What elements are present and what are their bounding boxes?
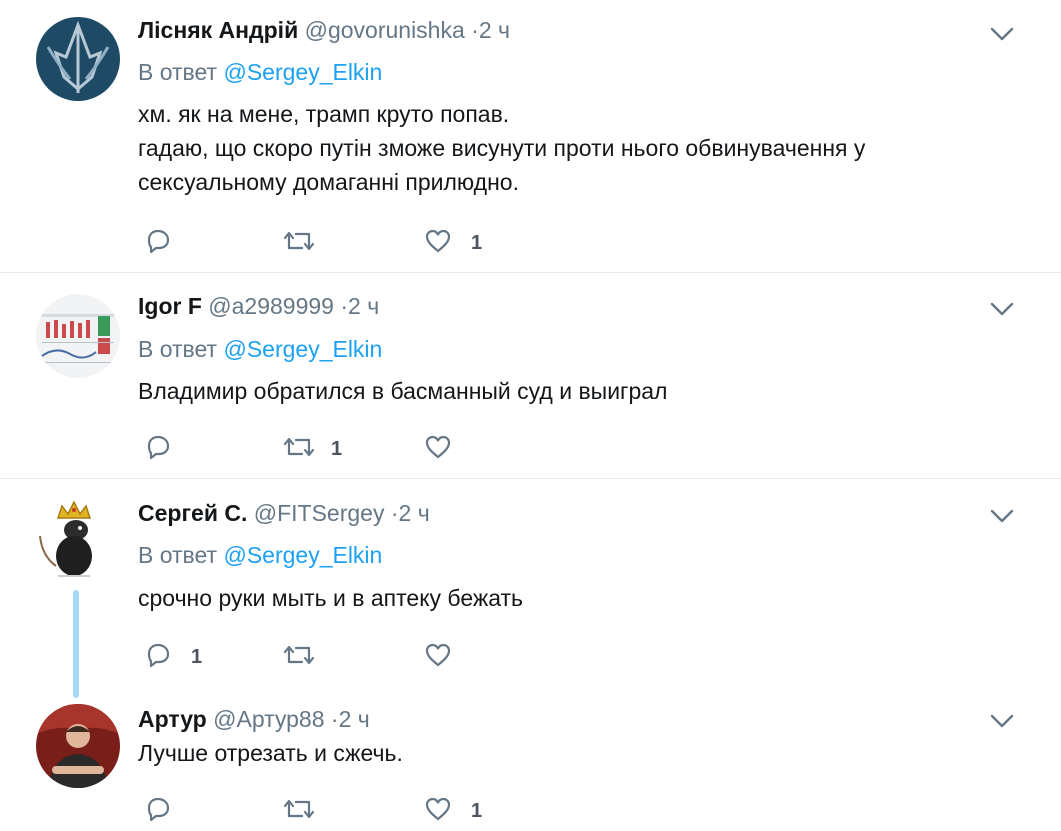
author-handle[interactable]: @a2989999 bbox=[208, 293, 334, 319]
author-handle[interactable]: @Артур88 bbox=[213, 706, 324, 732]
tweet-time[interactable]: ·2 ч bbox=[391, 500, 430, 526]
tweet-text-line: Владимир обратился в басманный суд и выи… bbox=[138, 378, 668, 404]
tweet-3[interactable]: Сергей С. @FITSergey ·2 ч В ответ @Serge… bbox=[0, 479, 1061, 699]
chevron-down-icon[interactable] bbox=[988, 24, 1016, 44]
reply-mention[interactable]: @Sergey_Elkin bbox=[223, 336, 382, 362]
tweet-text: хм. як на мене, трамп круто попав. гадаю… bbox=[138, 97, 865, 199]
tweet-text: срочно руки мыть и в аптеку бежать bbox=[138, 581, 523, 615]
reply-button[interactable] bbox=[143, 432, 173, 462]
like-count: 1 bbox=[471, 800, 483, 822]
reply-mention[interactable]: @Sergey_Elkin bbox=[223, 59, 382, 85]
chevron-down-icon[interactable] bbox=[988, 506, 1016, 526]
like-icon bbox=[425, 229, 451, 253]
like-button[interactable] bbox=[423, 794, 453, 824]
reply-icon bbox=[147, 229, 170, 254]
tweet-time[interactable]: ·2 ч bbox=[340, 293, 379, 319]
author-name[interactable]: Igor F bbox=[138, 293, 202, 319]
retweet-icon bbox=[283, 645, 315, 665]
tweet-text-line: сексуальному домаганні прилюдно. bbox=[138, 169, 519, 195]
author-name[interactable]: Сергей С. bbox=[138, 500, 247, 526]
retweet-icon bbox=[283, 231, 315, 251]
reply-prefix: В ответ bbox=[138, 59, 218, 85]
reply-icon bbox=[147, 435, 170, 460]
reply-button[interactable] bbox=[143, 794, 173, 824]
tweet-text: Лучше отрезать и сжечь. bbox=[138, 736, 403, 770]
author-handle[interactable]: @FITSergey bbox=[254, 500, 385, 526]
reply-to-line: В ответ @Sergey_Elkin bbox=[138, 58, 382, 86]
retweet-button[interactable] bbox=[282, 794, 316, 824]
reply-prefix: В ответ bbox=[138, 542, 218, 568]
reply-icon bbox=[147, 643, 170, 668]
reply-count: 1 bbox=[191, 646, 203, 668]
avatar[interactable] bbox=[36, 294, 120, 378]
avatar[interactable] bbox=[36, 496, 120, 580]
retweet-icon bbox=[283, 437, 315, 457]
tweet-text-line: хм. як на мене, трамп круто попав. bbox=[138, 101, 510, 127]
tweet-text: Владимир обратился в басманный суд и выи… bbox=[138, 374, 667, 408]
chevron-down-icon[interactable] bbox=[988, 711, 1016, 731]
reply-button[interactable] bbox=[143, 640, 173, 670]
tweet-2[interactable]: Igor F @a2989999 ·2 ч В ответ @Sergey_El… bbox=[0, 273, 1061, 478]
reply-to-line: В ответ @Sergey_Elkin bbox=[138, 541, 382, 569]
author-name[interactable]: Лісняк Андрій bbox=[138, 17, 298, 43]
tweet-text-line: срочно руки мыть и в аптеку бежать bbox=[138, 585, 524, 611]
reply-prefix: В ответ bbox=[138, 336, 218, 362]
reply-icon bbox=[147, 797, 170, 822]
retweet-button[interactable] bbox=[282, 432, 316, 462]
like-button[interactable] bbox=[423, 226, 453, 256]
reply-mention[interactable]: @Sergey_Elkin bbox=[223, 542, 382, 568]
retweet-icon bbox=[283, 799, 315, 819]
like-count: 1 bbox=[471, 232, 483, 254]
tweet-time[interactable]: ·2 ч bbox=[331, 706, 370, 732]
tweet-1[interactable]: Лісняк Андрій @govorunishka ·2 ч В ответ… bbox=[0, 0, 1061, 272]
avatar[interactable] bbox=[36, 17, 120, 101]
author-handle[interactable]: @govorunishka bbox=[305, 17, 465, 43]
tweet-text-line: Лучше отрезать и сжечь. bbox=[138, 740, 403, 766]
thread-connector bbox=[73, 590, 79, 698]
retweet-button[interactable] bbox=[282, 226, 316, 256]
like-button[interactable] bbox=[423, 640, 453, 670]
reply-to-line: В ответ @Sergey_Elkin bbox=[138, 335, 382, 363]
avatar[interactable] bbox=[36, 704, 120, 788]
retweet-count: 1 bbox=[331, 438, 343, 460]
like-icon bbox=[425, 643, 451, 667]
tweet-4[interactable]: Артур @Артур88 ·2 ч Лучше отрезать и сже… bbox=[0, 699, 1061, 831]
like-icon bbox=[425, 435, 451, 459]
author-name[interactable]: Артур bbox=[138, 706, 207, 732]
tweet-text-line: гадаю, що скоро путін зможе висунути про… bbox=[138, 135, 866, 161]
retweet-button[interactable] bbox=[282, 640, 316, 670]
reply-button[interactable] bbox=[143, 226, 173, 256]
like-icon bbox=[425, 797, 451, 821]
like-button[interactable] bbox=[423, 432, 453, 462]
chevron-down-icon[interactable] bbox=[988, 299, 1016, 319]
tweet-time[interactable]: ·2 ч bbox=[471, 17, 510, 43]
